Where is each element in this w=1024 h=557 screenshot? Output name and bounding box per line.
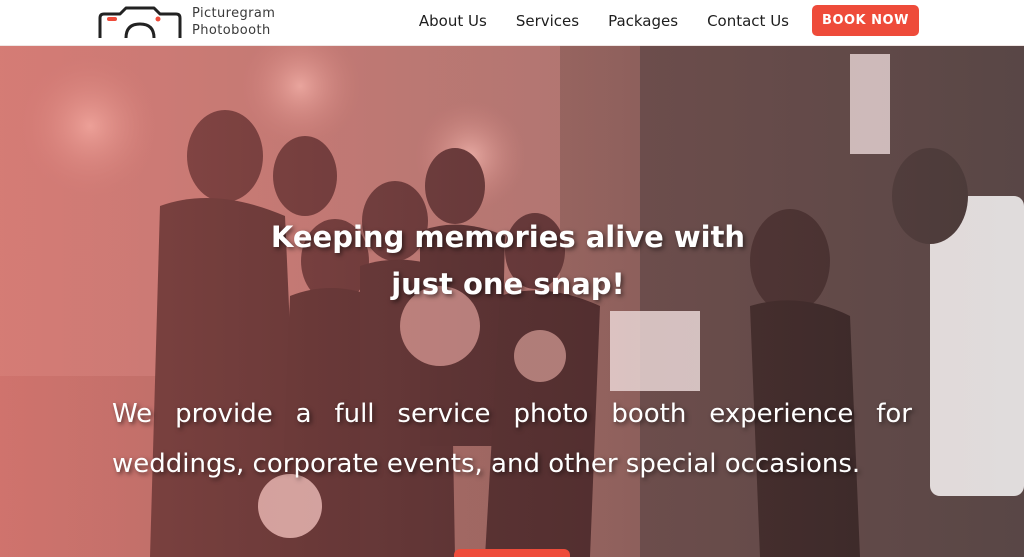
nav-link-services[interactable]: Services <box>516 6 579 36</box>
nav-link-packages[interactable]: Packages <box>608 6 678 36</box>
hero-subtext-word: experience <box>709 399 854 429</box>
brand-name: Picturegram Photobooth <box>192 5 275 39</box>
brand-name-line1: Picturegram <box>192 6 276 21</box>
camera-logo-icon <box>98 6 182 39</box>
hero-subtext-line2: weddings, corporate events, and other sp… <box>112 449 861 479</box>
main-nav: About Us Services Packages Contact Us BO… <box>419 5 919 36</box>
site-header: Picturegram Photobooth About Us Services… <box>0 0 1024 46</box>
hero-headline: Keeping memories alive with just one sna… <box>0 214 1016 308</box>
hero-subtext-word: full <box>334 399 375 429</box>
nav-link-contact-us[interactable]: Contact Us <box>707 6 789 36</box>
hero-subtext-word: booth <box>611 399 687 429</box>
hero-cta-button[interactable] <box>454 549 570 557</box>
brand-name-line2: Photobooth <box>192 23 271 38</box>
hero-subtext-word: provide <box>175 399 273 429</box>
hero-subtext-word: photo <box>513 399 589 429</box>
hero-subtext-word: a <box>295 399 312 429</box>
brand-logo[interactable]: Picturegram Photobooth <box>96 4 275 40</box>
hero-headline-line2: just one snap! <box>391 267 625 301</box>
book-now-button[interactable]: BOOK NOW <box>812 5 919 36</box>
hero-subtext-word: service <box>397 399 491 429</box>
hero-headline-line1: Keeping memories alive with <box>270 220 746 254</box>
hero-subtext: We provide a full service photo booth ex… <box>112 389 912 489</box>
hero-subtext-word: for <box>876 399 912 429</box>
hero-subtext-line1: We provide a full service photo booth ex… <box>112 389 912 439</box>
hero-section: Keeping memories alive with just one sna… <box>0 46 1024 557</box>
hero-subtext-word: We <box>112 399 153 429</box>
nav-link-about-us[interactable]: About Us <box>419 6 487 36</box>
